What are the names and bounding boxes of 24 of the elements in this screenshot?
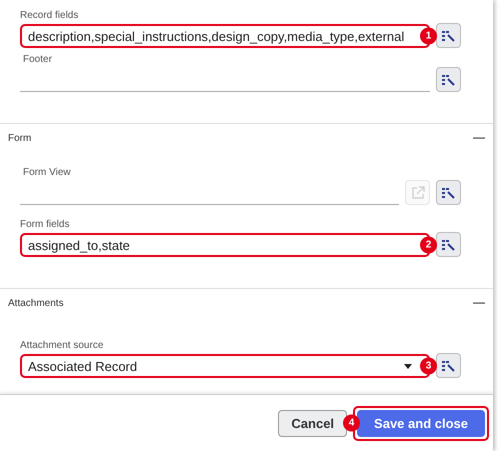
callout-badge: 3 xyxy=(420,358,437,374)
field-label: Form fields xyxy=(20,219,70,230)
action-button[interactable]: Cancel xyxy=(278,410,348,436)
picker-button[interactable] xyxy=(436,23,461,48)
field-label: Footer xyxy=(23,54,53,65)
field-label: Form View xyxy=(23,167,72,178)
picker-button[interactable] xyxy=(436,180,461,205)
field-label: Attachment source xyxy=(20,340,104,351)
open-link-icon xyxy=(410,186,424,200)
callout-badge: 1 xyxy=(420,28,437,44)
section-title: Form xyxy=(8,132,32,144)
list-picker-icon xyxy=(442,360,456,372)
section-title: Attachments xyxy=(8,298,64,308)
list-picker-icon xyxy=(442,186,456,198)
picker-button[interactable] xyxy=(436,232,461,257)
list-picker-icon xyxy=(442,238,456,250)
field-label: Record fields xyxy=(20,10,80,21)
action-button[interactable]: Save and close xyxy=(357,410,485,436)
picker-button[interactable] xyxy=(436,353,461,378)
picker-button[interactable] xyxy=(436,67,461,92)
caret-icon xyxy=(404,364,412,368)
list-picker-icon xyxy=(442,30,456,42)
list-picker-icon xyxy=(442,74,456,86)
callout-badge: 2 xyxy=(420,236,437,254)
